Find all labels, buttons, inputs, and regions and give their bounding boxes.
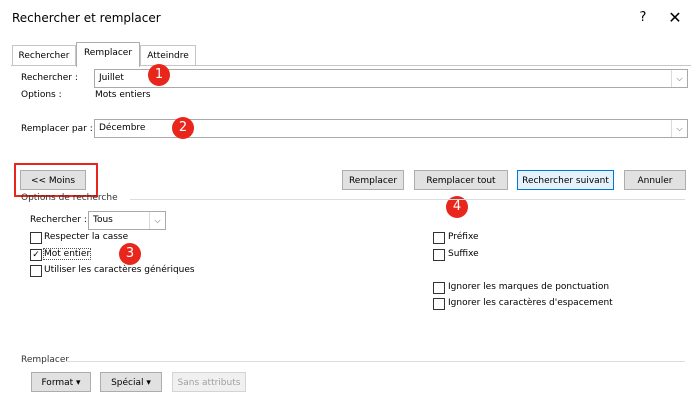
- checkbox-suffix[interactable]: [433, 249, 445, 261]
- find-replace-dialog: Rechercher et remplacer ? ✕ Rechercher R…: [0, 0, 691, 401]
- annotation-2: 2: [172, 117, 194, 139]
- no-attributes-button: Sans attributs: [172, 372, 246, 392]
- checkbox-prefix-label: Préfixe: [448, 232, 479, 242]
- annotation-3: 3: [119, 243, 141, 265]
- replace-input-value: Décembre: [99, 123, 146, 133]
- checkbox-ignore-whitespace[interactable]: [433, 298, 445, 310]
- title-bar: Rechercher et remplacer ? ✕: [0, 0, 691, 32]
- replace-label: Remplacer par :: [21, 124, 93, 134]
- checkbox-wildcards-label: Utiliser les caractères génériques: [44, 265, 195, 275]
- special-button[interactable]: Spécial ▾: [100, 372, 162, 392]
- search-label: Rechercher :: [21, 73, 78, 83]
- chevron-down-icon[interactable]: ⌵: [149, 212, 165, 229]
- checkbox-ignore-punctuation[interactable]: [433, 282, 445, 294]
- options-value: Mots entiers: [95, 90, 151, 100]
- direction-value: Tous: [93, 215, 113, 225]
- close-button[interactable]: ✕: [664, 7, 686, 29]
- less-button[interactable]: << Moins: [20, 170, 86, 190]
- find-next-button[interactable]: Rechercher suivant: [517, 170, 614, 190]
- chevron-down-icon[interactable]: ⌵: [671, 120, 687, 137]
- replace-group-title: Remplacer: [21, 355, 70, 365]
- replace-button[interactable]: Remplacer: [342, 170, 404, 190]
- checkbox-match-case[interactable]: [30, 232, 42, 244]
- checkbox-match-case-label: Respecter la casse: [44, 232, 129, 242]
- search-input[interactable]: Juillet ⌵: [94, 69, 688, 88]
- search-options-group-title: Options de recherche: [21, 193, 118, 203]
- checkbox-prefix[interactable]: [433, 232, 445, 244]
- cancel-button[interactable]: Annuler: [624, 170, 686, 190]
- direction-select[interactable]: Tous ⌵: [88, 211, 166, 230]
- checkbox-ignore-punctuation-label: Ignorer les marques de ponctuation: [448, 282, 610, 292]
- tab-rechercher[interactable]: Rechercher: [12, 45, 76, 66]
- help-button[interactable]: ?: [633, 8, 653, 28]
- checkbox-wildcards[interactable]: [30, 265, 42, 277]
- search-input-value: Juillet: [99, 73, 124, 83]
- group-divider: [130, 199, 685, 200]
- direction-label: Rechercher :: [30, 215, 87, 225]
- window-title: Rechercher et remplacer: [12, 11, 161, 25]
- checkbox-suffix-label: Suffixe: [448, 249, 479, 259]
- replace-all-button[interactable]: Remplacer tout: [414, 170, 508, 190]
- group-divider: [66, 361, 685, 362]
- checkbox-ignore-whitespace-label: Ignorer les caractères d'espacement: [448, 298, 613, 308]
- format-button[interactable]: Format ▾: [31, 372, 91, 392]
- checkbox-whole-word-label: Mot entier: [42, 248, 92, 260]
- options-label: Options :: [21, 90, 62, 100]
- tab-remplacer[interactable]: Remplacer: [76, 42, 140, 67]
- tab-atteindre[interactable]: Atteindre: [140, 45, 196, 66]
- annotation-1: 1: [148, 64, 170, 86]
- chevron-down-icon[interactable]: ⌵: [671, 70, 687, 87]
- checkbox-whole-word[interactable]: ✓: [30, 249, 42, 261]
